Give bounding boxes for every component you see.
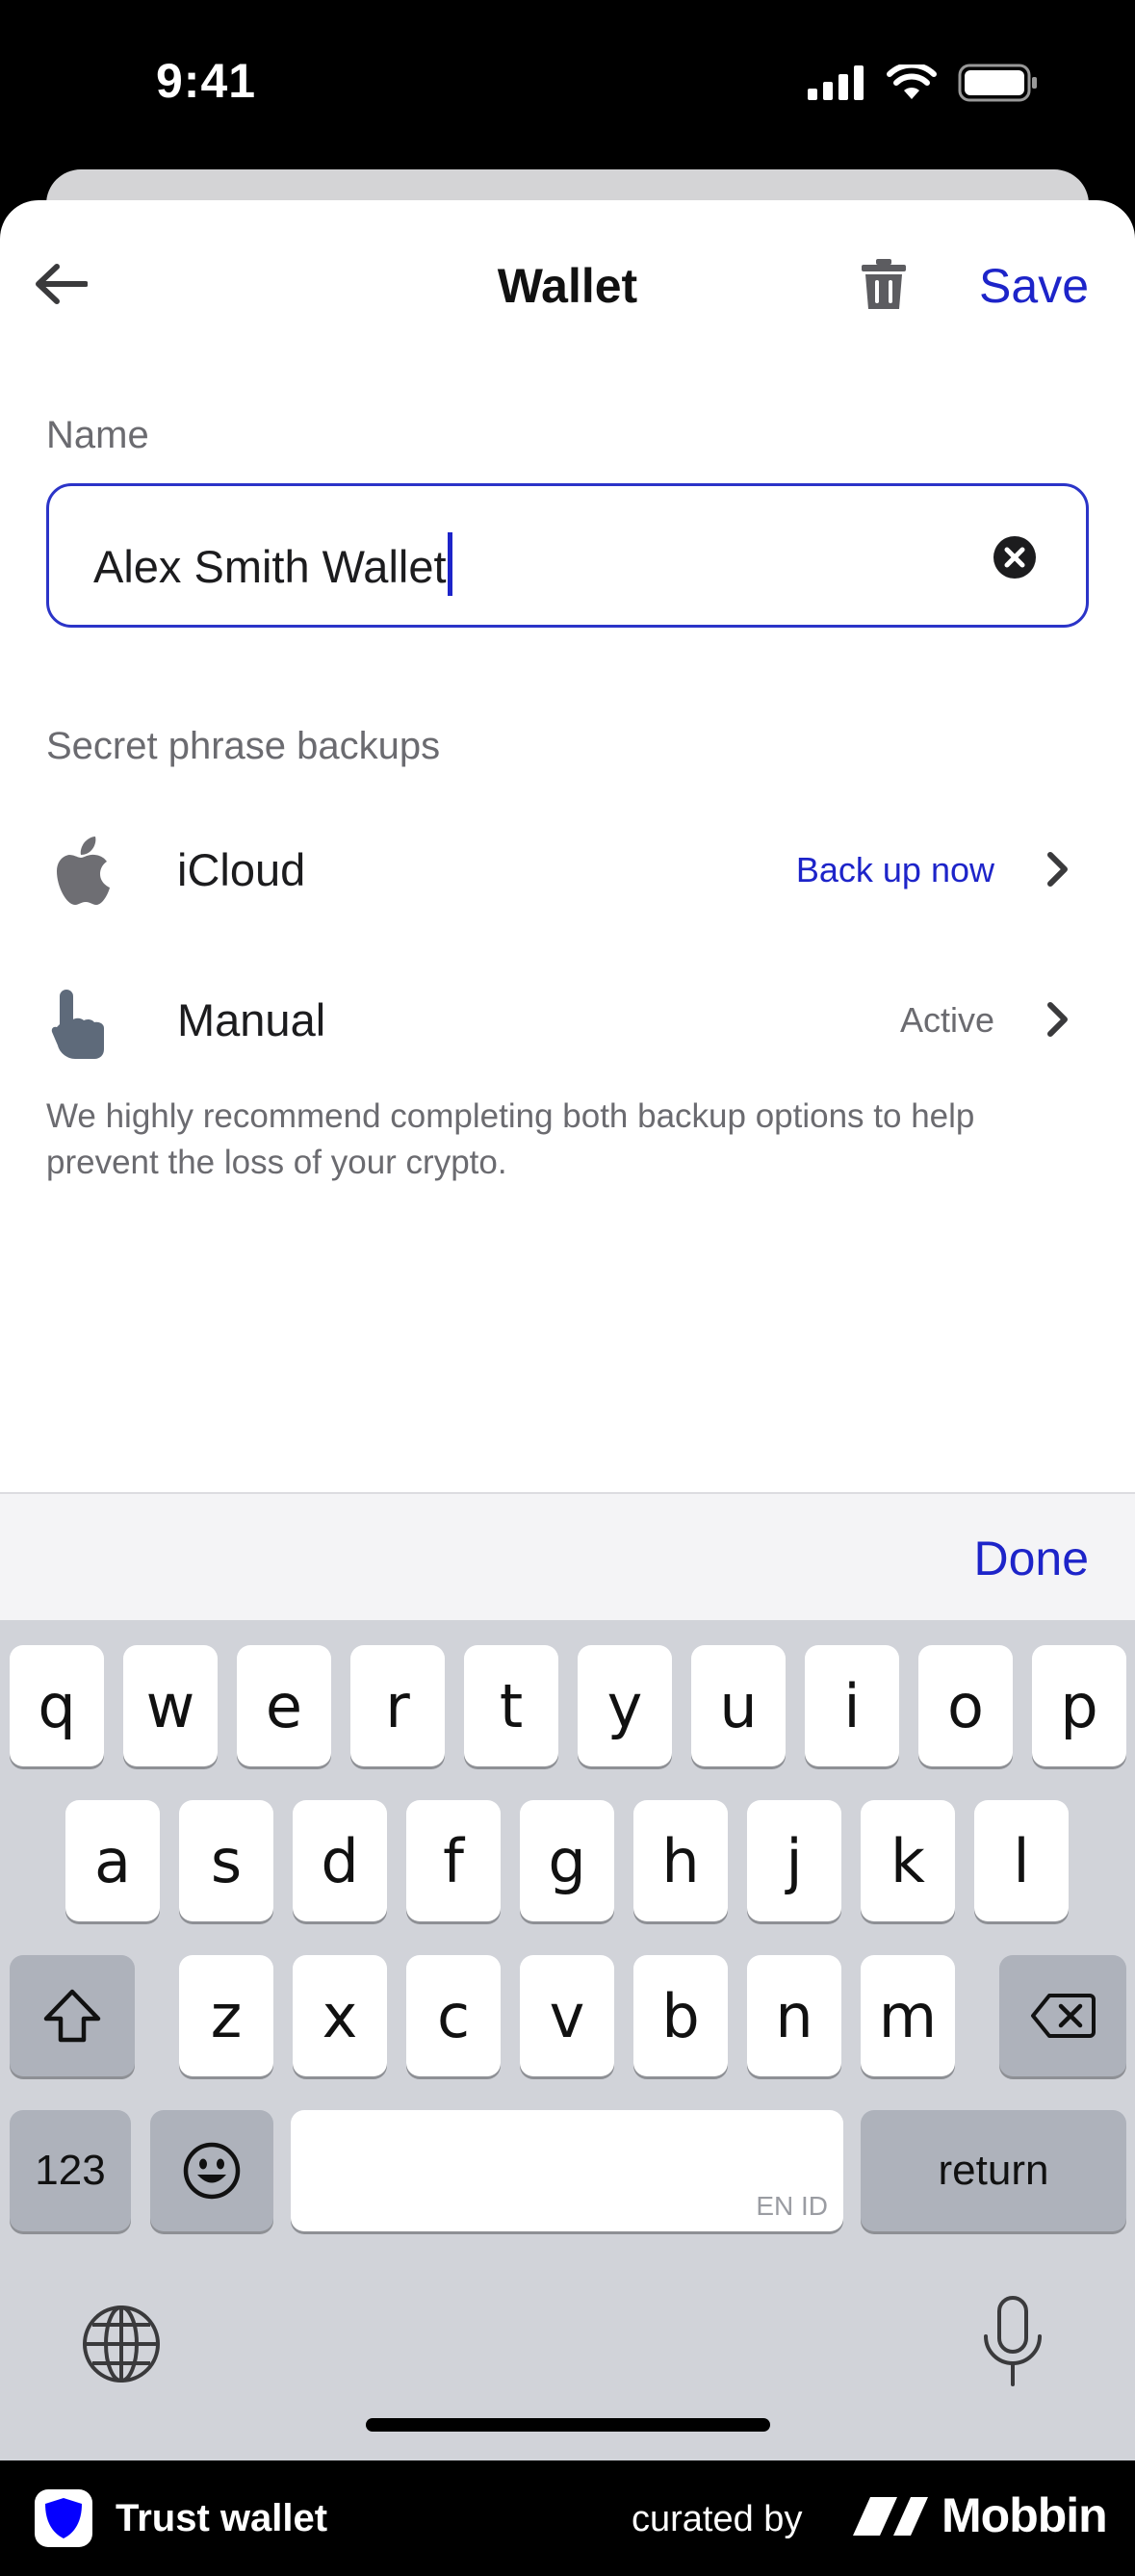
key-u[interactable]: u bbox=[691, 1645, 786, 1766]
text-caret bbox=[447, 532, 452, 596]
return-key-label: return bbox=[938, 2147, 1049, 2194]
numbers-key[interactable]: 123 bbox=[10, 2110, 131, 2231]
keyboard-accessory-bar: Done bbox=[0, 1492, 1135, 1620]
shield-icon bbox=[45, 2498, 82, 2538]
backup-row-icloud[interactable]: iCloud Back up now bbox=[0, 809, 1135, 924]
wifi-icon bbox=[887, 64, 937, 99]
wallet-name-value: Alex Smith Wallet bbox=[93, 532, 452, 596]
key-c[interactable]: c bbox=[406, 1955, 501, 2076]
mobbin-mark-icon bbox=[853, 2497, 928, 2536]
key-n[interactable]: n bbox=[747, 1955, 841, 2076]
chevron-right-icon bbox=[1047, 852, 1068, 887]
key-r[interactable]: r bbox=[350, 1645, 445, 1766]
backup-status: Active bbox=[899, 1000, 994, 1040]
keyboard-language-label: EN ID bbox=[756, 2191, 828, 2221]
delete-key[interactable] bbox=[999, 1955, 1126, 2076]
shift-arrow-icon bbox=[43, 1989, 101, 2043]
wallet-name-text: Alex Smith Wallet bbox=[93, 541, 447, 592]
footer-banner: Trust wallet curated by Mobbin bbox=[0, 2460, 1135, 2576]
chevron-right-icon bbox=[1047, 1002, 1068, 1037]
backups-section-label: Secret phrase backups bbox=[46, 725, 441, 767]
battery-icon bbox=[958, 64, 1037, 102]
key-t[interactable]: t bbox=[464, 1645, 558, 1766]
status-icons bbox=[808, 64, 1039, 102]
wallet-edit-sheet: Wallet Save Name Alex Smith Wallet Secre… bbox=[0, 200, 1135, 1492]
navigation-bar: Wallet Save bbox=[0, 200, 1135, 364]
curated-by-label: curated by bbox=[632, 2499, 803, 2539]
key-a[interactable]: a bbox=[65, 1800, 160, 1921]
page-title: Wallet bbox=[497, 259, 638, 313]
backup-help-text: We highly recommend completing both back… bbox=[46, 1097, 975, 1181]
save-button[interactable]: Save bbox=[979, 258, 1089, 314]
backspace-icon bbox=[1031, 1994, 1096, 2038]
cellular-signal-icon bbox=[808, 65, 864, 100]
wallet-name-input[interactable]: Alex Smith Wallet bbox=[46, 483, 1089, 628]
delete-wallet-button[interactable] bbox=[855, 250, 913, 318]
shift-key[interactable] bbox=[10, 1955, 135, 2076]
keyboard: q w e r t y u i o p a s d f g h j k l z … bbox=[0, 1620, 1135, 2460]
backup-row-manual[interactable]: Manual Active bbox=[0, 959, 1135, 1074]
trust-wallet-logo bbox=[35, 2489, 92, 2547]
mobbin-wordmark: Mobbin bbox=[942, 2488, 1108, 2542]
key-i[interactable]: i bbox=[805, 1645, 899, 1766]
numbers-key-label: 123 bbox=[35, 2147, 106, 2194]
status-time: 9:41 bbox=[156, 54, 257, 108]
home-indicator bbox=[366, 2418, 770, 2432]
key-p[interactable]: p bbox=[1032, 1645, 1126, 1766]
hand-pointer-icon bbox=[51, 990, 104, 1059]
backup-title: iCloud bbox=[177, 844, 306, 895]
brand-name: Trust wallet bbox=[116, 2497, 328, 2539]
key-l[interactable]: l bbox=[974, 1800, 1069, 1921]
status-bar: 9:41 bbox=[0, 0, 1135, 168]
key-o[interactable]: o bbox=[918, 1645, 1013, 1766]
key-d[interactable]: d bbox=[293, 1800, 387, 1921]
emoji-key[interactable] bbox=[150, 2110, 273, 2231]
clear-input-button[interactable] bbox=[992, 534, 1038, 580]
clear-circle-icon bbox=[993, 536, 1036, 579]
backup-status[interactable]: Back up now bbox=[796, 850, 994, 890]
return-key[interactable]: return bbox=[861, 2110, 1126, 2231]
key-e[interactable]: e bbox=[237, 1645, 331, 1766]
globe-icon bbox=[83, 2306, 160, 2383]
key-z[interactable]: z bbox=[179, 1955, 273, 2076]
key-g[interactable]: g bbox=[520, 1800, 614, 1921]
emoji-icon bbox=[183, 2142, 241, 2200]
key-b[interactable]: b bbox=[633, 1955, 728, 2076]
name-label: Name bbox=[46, 414, 149, 456]
key-m[interactable]: m bbox=[861, 1955, 955, 2076]
trash-icon bbox=[862, 259, 906, 309]
key-y[interactable]: y bbox=[578, 1645, 672, 1766]
mobbin-logo: Mobbin bbox=[851, 2487, 1108, 2543]
space-key[interactable]: EN ID bbox=[291, 2110, 843, 2231]
dictation-button[interactable] bbox=[980, 2294, 1045, 2390]
key-q[interactable]: q bbox=[10, 1645, 104, 1766]
globe-button[interactable] bbox=[81, 2304, 162, 2384]
backup-title: Manual bbox=[177, 994, 326, 1045]
key-v[interactable]: v bbox=[520, 1955, 614, 2076]
key-k[interactable]: k bbox=[861, 1800, 955, 1921]
key-x[interactable]: x bbox=[293, 1955, 387, 2076]
key-h[interactable]: h bbox=[633, 1800, 728, 1921]
key-w[interactable]: w bbox=[123, 1645, 218, 1766]
key-s[interactable]: s bbox=[179, 1800, 273, 1921]
microphone-icon bbox=[984, 2296, 1042, 2386]
key-j[interactable]: j bbox=[747, 1800, 841, 1921]
done-button[interactable]: Done bbox=[973, 1531, 1089, 1586]
apple-icon bbox=[57, 837, 110, 905]
key-f[interactable]: f bbox=[406, 1800, 501, 1921]
